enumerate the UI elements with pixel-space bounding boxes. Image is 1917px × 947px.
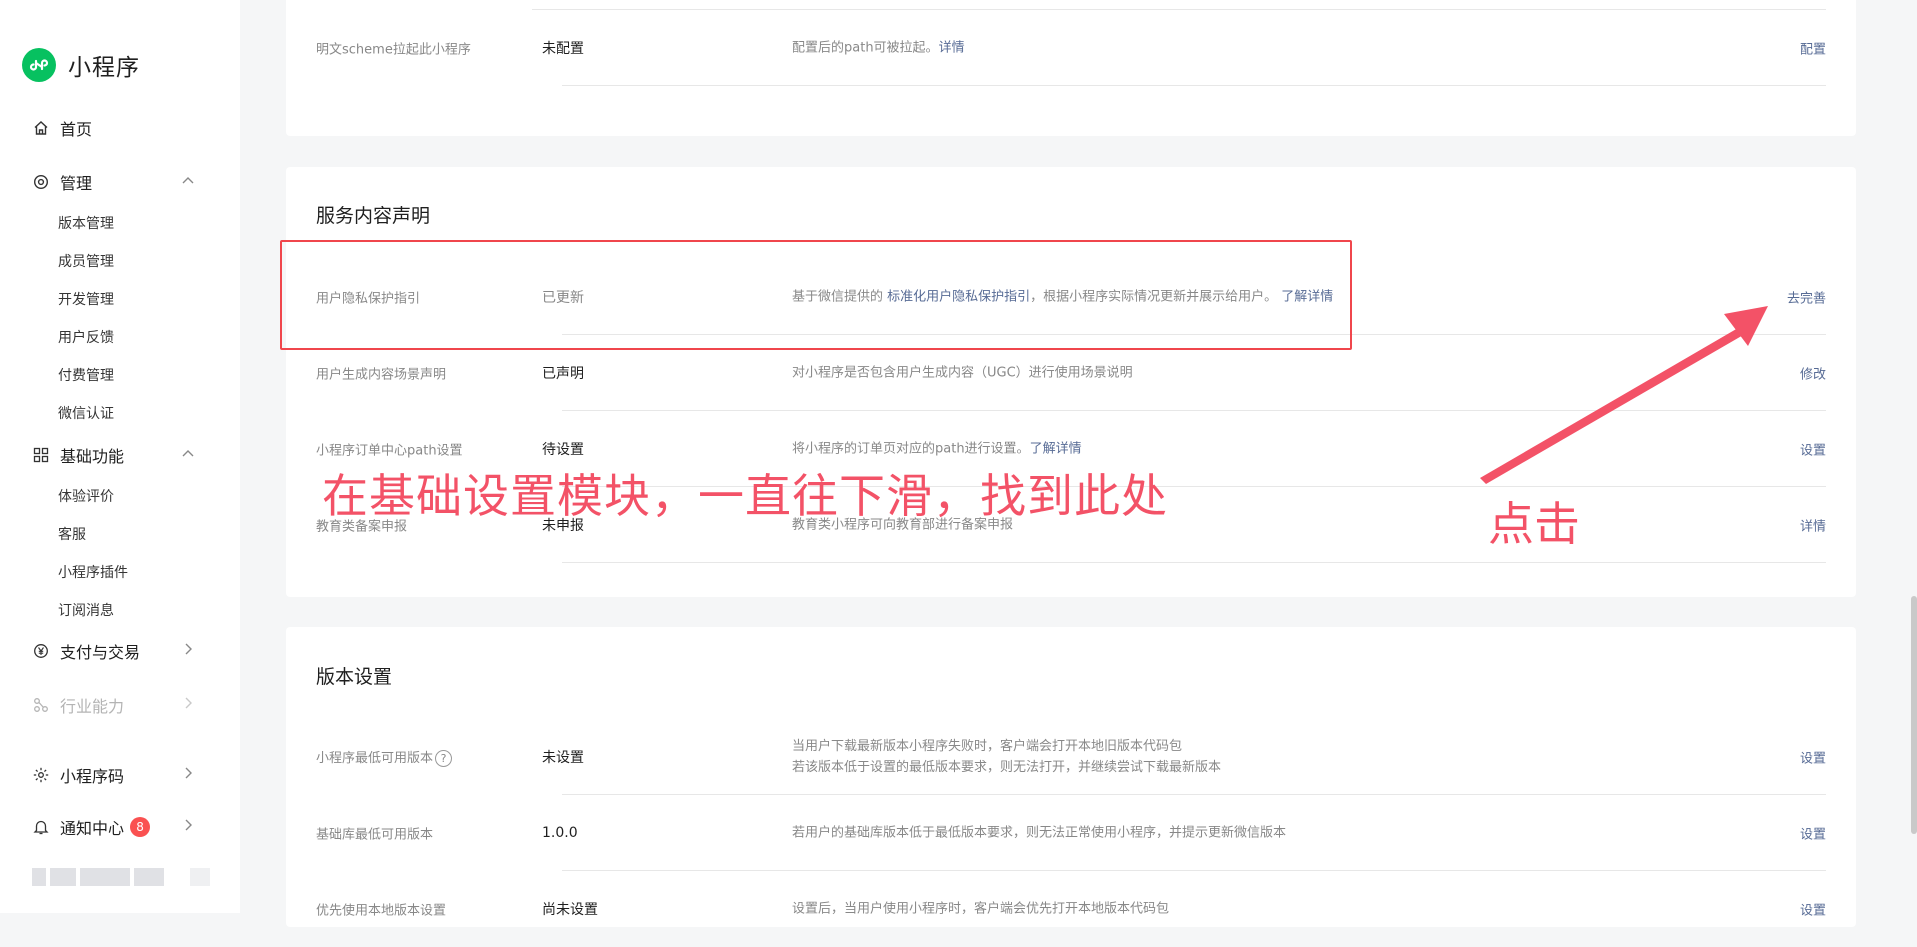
- row-status: 1.0.0: [542, 825, 578, 841]
- home-icon: [32, 119, 50, 137]
- row-desc: 对小程序是否包含用户生成内容（UGC）进行使用场景说明: [792, 365, 1133, 381]
- row-status: 未设置: [542, 750, 584, 766]
- row-status: 已声明: [542, 366, 584, 382]
- card-service-declaration: 服务内容声明 用户隐私保护指引 已更新 基于微信提供的 标准化用户隐私保护指引，…: [286, 167, 1856, 597]
- chevron-right-icon[interactable]: [181, 642, 195, 656]
- details-link[interactable]: 详情: [939, 41, 965, 56]
- nav-subscribe-messages[interactable]: 订阅消息: [58, 600, 114, 620]
- miniprogram-code-icon: [32, 766, 50, 784]
- nav-industry-label: 行业能力: [60, 697, 125, 716]
- complete-button[interactable]: 去完善: [1787, 288, 1826, 307]
- configure-button[interactable]: 配置: [1800, 39, 1826, 58]
- nav-basic-functions[interactable]: 基础功能: [32, 443, 124, 467]
- chevron-right-icon[interactable]: [181, 818, 195, 832]
- row-divider: [562, 85, 1826, 86]
- nav-plugins[interactable]: 小程序插件: [58, 562, 128, 582]
- nav-wechat-verify[interactable]: 微信认证: [58, 403, 114, 423]
- row-status: 待设置: [542, 442, 584, 458]
- nav-manage-label: 管理: [60, 174, 93, 193]
- row-scheme-config: 明文scheme拉起此小程序 未配置 配置后的path可被拉起。详情 配置: [316, 10, 1826, 86]
- row-status: 尚未设置: [542, 902, 598, 918]
- grid-icon: [32, 446, 50, 464]
- row-label: 优先使用本地版本设置: [316, 903, 447, 919]
- nav-experience-rating[interactable]: 体验评价: [58, 486, 114, 506]
- row-desc: 设置后，当用户使用小程序时，客户端会优先打开本地版本代码包: [792, 901, 1170, 917]
- nav-qrcode[interactable]: 小程序码: [32, 763, 124, 787]
- row-label: 基础库最低可用版本: [316, 827, 434, 843]
- row-label: 小程序订单中心path设置: [316, 443, 463, 459]
- details-button[interactable]: 详情: [1800, 516, 1826, 535]
- app-logo[interactable]: 小程序: [22, 48, 140, 82]
- nav-dev-manage[interactable]: 开发管理: [58, 289, 114, 309]
- row-divider: [562, 562, 1826, 563]
- learn-more-link[interactable]: 了解详情: [1030, 442, 1082, 457]
- card-version-settings: 版本设置 小程序最低可用版本? 未设置 当用户下载最新版本小程序失败时，客户端会…: [286, 627, 1856, 927]
- nav-version-manage[interactable]: 版本管理: [58, 213, 114, 233]
- nav-customer-service[interactable]: 客服: [58, 524, 86, 544]
- row-min-lib-version: 基础库最低可用版本 1.0.0 若用户的基础库版本低于最低版本要求，则无法正常使…: [316, 795, 1826, 871]
- row-status: 未配置: [542, 41, 584, 57]
- modify-button[interactable]: 修改: [1800, 364, 1826, 383]
- row-local-version: 优先使用本地版本设置 尚未设置 设置后，当用户使用小程序时，客户端会优先打开本地…: [316, 871, 1826, 947]
- card-scheme-settings: 明文scheme拉起此小程序 未配置 配置后的path可被拉起。详情 配置: [286, 0, 1856, 136]
- row-label: 用户生成内容场景声明: [316, 367, 447, 383]
- row-desc: 若用户的基础库版本低于最低版本要求，则无法正常使用小程序，并提示更新微信版本: [792, 825, 1287, 841]
- app-name: 小程序: [68, 55, 140, 81]
- section-title: 版本设置: [316, 666, 393, 688]
- chevron-right-icon[interactable]: [181, 766, 195, 780]
- sidebar: 小程序 首页 管理 版本管理 成员管理 开发管理 用户反馈 付费管理 微信认证 …: [0, 0, 240, 913]
- annotation-click-text: 点击: [1488, 497, 1580, 551]
- nav-qrcode-label: 小程序码: [60, 767, 125, 786]
- nav-notifications[interactable]: 通知中心 8: [32, 815, 151, 839]
- industry-icon: [32, 696, 50, 714]
- section-title: 服务内容声明: [316, 205, 431, 227]
- nav-home[interactable]: 首页: [32, 116, 92, 140]
- nav-notifications-label: 通知中心: [60, 819, 125, 838]
- manage-icon: [32, 173, 50, 191]
- row-label: 明文scheme拉起此小程序: [316, 42, 471, 58]
- row-desc: 配置后的path可被拉起。详情: [792, 40, 965, 56]
- row-desc: 将小程序的订单页对应的path进行设置。了解详情: [792, 441, 1082, 457]
- set-button[interactable]: 设置: [1800, 900, 1826, 919]
- user-account-blurred[interactable]: [32, 868, 210, 886]
- set-button[interactable]: 设置: [1800, 824, 1826, 843]
- row-label: 小程序最低可用版本?: [316, 747, 453, 767]
- nav-basic-label: 基础功能: [60, 447, 125, 466]
- chevron-up-icon[interactable]: [181, 446, 195, 460]
- nav-user-feedback[interactable]: 用户反馈: [58, 327, 114, 347]
- annotation-instruction-text: 在基础设置模块，一直往下滑，找到此处: [322, 469, 1168, 523]
- row-desc: 当用户下载最新版本小程序失败时，客户端会打开本地旧版本代码包 若该版本低于设置的最…: [792, 739, 1222, 775]
- nav-member-manage[interactable]: 成员管理: [58, 251, 114, 271]
- nav-payment[interactable]: 支付与交易: [32, 639, 140, 663]
- row-divider: [532, 9, 1826, 10]
- notification-count-badge: 8: [130, 817, 151, 837]
- bell-icon: [32, 818, 50, 836]
- row-min-app-version: 小程序最低可用版本? 未设置 当用户下载最新版本小程序失败时，客户端会打开本地旧…: [316, 719, 1826, 795]
- annotation-highlight-box: [280, 240, 1352, 350]
- chevron-up-icon[interactable]: [181, 173, 195, 187]
- nav-industry[interactable]: 行业能力: [32, 693, 124, 717]
- nav-home-label: 首页: [60, 120, 93, 139]
- nav-payment-manage[interactable]: 付费管理: [58, 365, 114, 385]
- yuan-icon: [32, 642, 50, 660]
- nav-manage[interactable]: 管理: [32, 170, 92, 194]
- scrollbar-thumb[interactable]: [1911, 596, 1917, 834]
- help-icon[interactable]: ?: [435, 750, 453, 767]
- nav-payment-label: 支付与交易: [60, 643, 141, 662]
- chevron-right-icon[interactable]: [181, 696, 195, 710]
- set-button[interactable]: 设置: [1800, 440, 1826, 459]
- set-button[interactable]: 设置: [1800, 748, 1826, 767]
- miniprogram-logo-icon: [22, 48, 56, 82]
